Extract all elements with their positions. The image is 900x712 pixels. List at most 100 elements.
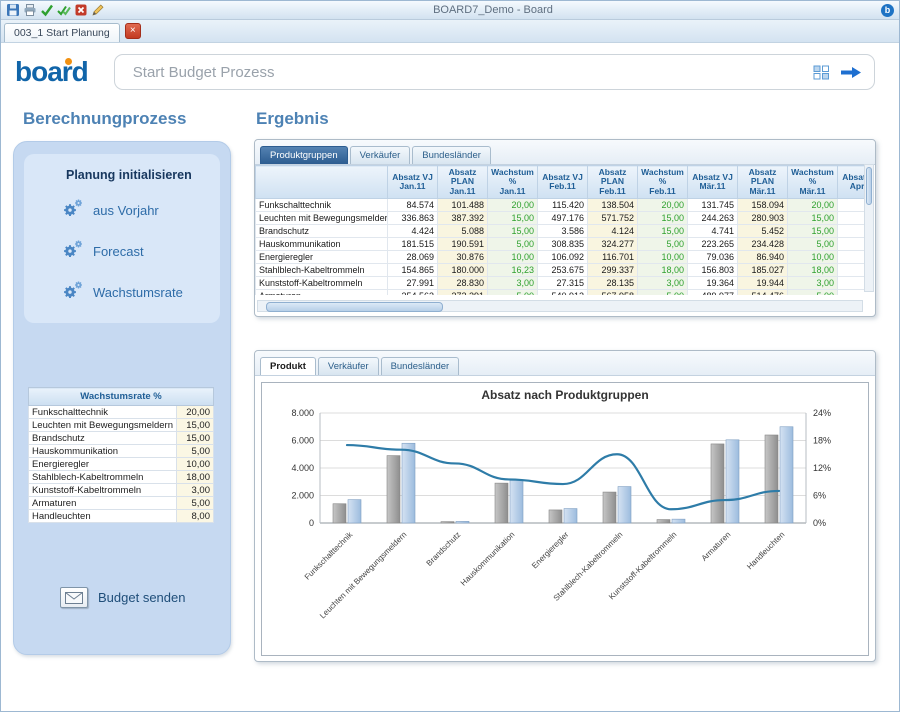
action-forecast[interactable]: Forecast — [62, 239, 212, 264]
cell-vj: 540.912 — [537, 289, 588, 295]
category-label: Leuchten mit Bewegungsmeldern — [318, 530, 408, 620]
growth-row: Energieregler 10,00 — [27, 457, 214, 471]
bar-absatz-plan — [779, 426, 794, 524]
growth-row: Leuchten mit Bewegungsmeldern 15,00 — [27, 418, 214, 432]
tab-start-planung[interactable]: 003_1 Start Planung — [4, 23, 120, 42]
cell-growth: 18,00 — [637, 263, 688, 277]
tab-produkt[interactable]: Produkt — [260, 357, 316, 375]
cell-growth: 20,00 — [637, 198, 688, 212]
growth-row-name: Funkschalttechnik — [27, 405, 178, 419]
column-header[interactable]: Absatz PLAN Mär.11 — [737, 165, 788, 199]
column-header[interactable]: Absatz PLAN Jan.11 — [437, 165, 488, 199]
cell-growth: 15,00 — [487, 211, 538, 225]
tab-chart-bundeslaender[interactable]: Bundesländer — [380, 357, 460, 375]
double-check-icon[interactable] — [57, 3, 71, 17]
cell-growth: 3,00 — [487, 276, 538, 290]
vertical-scrollbar[interactable] — [864, 164, 874, 292]
arrow-right-icon[interactable] — [840, 65, 862, 80]
tab-verkaeufer[interactable]: Verkäufer — [349, 146, 411, 164]
cell-plan: 86.940 — [737, 250, 788, 264]
column-header[interactable]: Wachstum % Feb.11 — [637, 165, 688, 199]
toolbar — [6, 3, 105, 17]
right-axis-tick: 0% — [813, 518, 826, 528]
tab-produktgruppen[interactable]: Produktgruppen — [260, 146, 348, 164]
category-label: Brandschutz — [425, 530, 463, 568]
cell-vj — [837, 211, 864, 225]
right-section-heading: Ergebnis — [256, 109, 329, 128]
cell-vj — [837, 237, 864, 251]
check-icon[interactable] — [40, 3, 54, 17]
cell-plan: 138.504 — [587, 198, 638, 212]
horizontal-scrollbar-thumb[interactable] — [266, 302, 443, 312]
tab-close-button[interactable]: × — [124, 23, 141, 39]
table-panel-tabs: Produktgruppen Verkäufer Bundesländer — [255, 140, 875, 165]
growth-row-value[interactable]: 5,00 — [176, 444, 214, 458]
save-icon[interactable] — [6, 3, 20, 17]
cell-vj: 4.741 — [687, 224, 738, 238]
cell-plan: 567.958 — [587, 289, 638, 295]
pencil-icon[interactable] — [91, 3, 105, 17]
growth-row: Armaturen 5,00 — [27, 496, 214, 510]
growth-row-value[interactable]: 3,00 — [176, 483, 214, 497]
growth-row: Kunststoff-Kabeltrommeln 3,00 — [27, 483, 214, 497]
horizontal-scrollbar[interactable] — [257, 300, 863, 312]
printer-icon[interactable] — [23, 3, 37, 17]
category-label: Energieregler — [530, 530, 571, 571]
row-label: Hauskommunikation — [255, 237, 388, 251]
table-row: Energieregler 28.069 30.876 10,00 106.092 116… — [255, 250, 864, 264]
vertical-scrollbar-thumb[interactable] — [866, 167, 872, 205]
column-header[interactable]: Wachstum % Mär.11 — [787, 165, 838, 199]
cell-vj: 27.991 — [387, 276, 438, 290]
growth-row-value[interactable]: 20,00 — [176, 405, 214, 419]
layout-grid-icon[interactable] — [813, 65, 830, 80]
app-window: BOARD7_Demo - Board b 003_1 Start Planun… — [0, 0, 900, 712]
cell-vj: 154.865 — [387, 263, 438, 277]
bar-absatz-vj — [548, 509, 563, 524]
bar-absatz-vj — [332, 503, 347, 524]
column-header[interactable]: Absatz VJApr.11 — [837, 165, 864, 199]
column-header[interactable]: Absatz VJ Jan.11 — [387, 165, 438, 199]
column-header[interactable]: Absatz PLAN Feb.11 — [587, 165, 638, 199]
cell-plan: 28.135 — [587, 276, 638, 290]
growth-row-value[interactable]: 15,00 — [176, 418, 214, 432]
cell-vj: 354.563 — [387, 289, 438, 295]
chart-panel-tabs: Produkt Verkäufer Bundesländer — [255, 351, 875, 376]
right-axis-tick: 24% — [813, 408, 831, 418]
growth-row-name: Brandschutz — [27, 431, 178, 445]
category-label: Funkschalttechnik — [303, 529, 355, 581]
tab-bundeslaender[interactable]: Bundesländer — [412, 146, 491, 164]
growth-row-value[interactable]: 8,00 — [176, 509, 214, 523]
column-header[interactable]: Wachstum % Jan.11 — [487, 165, 538, 199]
right-column: Ergebnis Produktgruppen Verkäufer Bundes… — [254, 109, 878, 662]
action-wachstumsrate[interactable]: Wachstumsrate — [62, 280, 212, 305]
cell-plan: 514.476 — [737, 289, 788, 295]
column-header[interactable]: Absatz VJ Feb.11 — [537, 165, 588, 199]
action-label: aus Vorjahr — [93, 203, 159, 218]
chart-svg: Absatz nach Produktgruppen 0 0% 2.000 6% 4.00… — [291, 388, 831, 620]
growth-row-value[interactable]: 10,00 — [176, 457, 214, 471]
growth-row-value[interactable]: 18,00 — [176, 470, 214, 484]
growth-row-value[interactable]: 5,00 — [176, 496, 214, 510]
table-row: Brandschutz 4.424 5.088 15,00 3.586 4.124 15,0… — [255, 224, 864, 238]
category-label: Armaturen — [700, 530, 733, 563]
send-budget-button[interactable]: Budget senden — [60, 587, 185, 608]
table-row: Kunststoff-Kabeltrommeln 27.991 28.830 3,00… — [255, 276, 864, 290]
bar-absatz-vj — [386, 455, 401, 524]
stop-icon[interactable] — [74, 3, 88, 17]
cell-vj: 308.835 — [537, 237, 588, 251]
tab-chart-verkaeufer[interactable]: Verkäufer — [317, 357, 379, 375]
cell-growth: 20,00 — [487, 198, 538, 212]
growth-row-value[interactable]: 15,00 — [176, 431, 214, 445]
row-label-column-header — [255, 165, 388, 199]
growth-row: Handleuchten 8,00 — [27, 509, 214, 523]
cell-growth: 5,00 — [637, 289, 688, 295]
action-aus-vorjahr[interactable]: aus Vorjahr — [62, 198, 212, 223]
column-header[interactable]: Absatz VJ Mär.11 — [687, 165, 738, 199]
cell-vj: 244.263 — [687, 211, 738, 225]
cell-vj — [837, 263, 864, 277]
bar-absatz-plan — [725, 439, 740, 524]
growth-row-name: Energieregler — [27, 457, 178, 471]
cell-growth: 18,00 — [787, 263, 838, 277]
cell-vj: 27.315 — [537, 276, 588, 290]
cell-vj: 4.424 — [387, 224, 438, 238]
